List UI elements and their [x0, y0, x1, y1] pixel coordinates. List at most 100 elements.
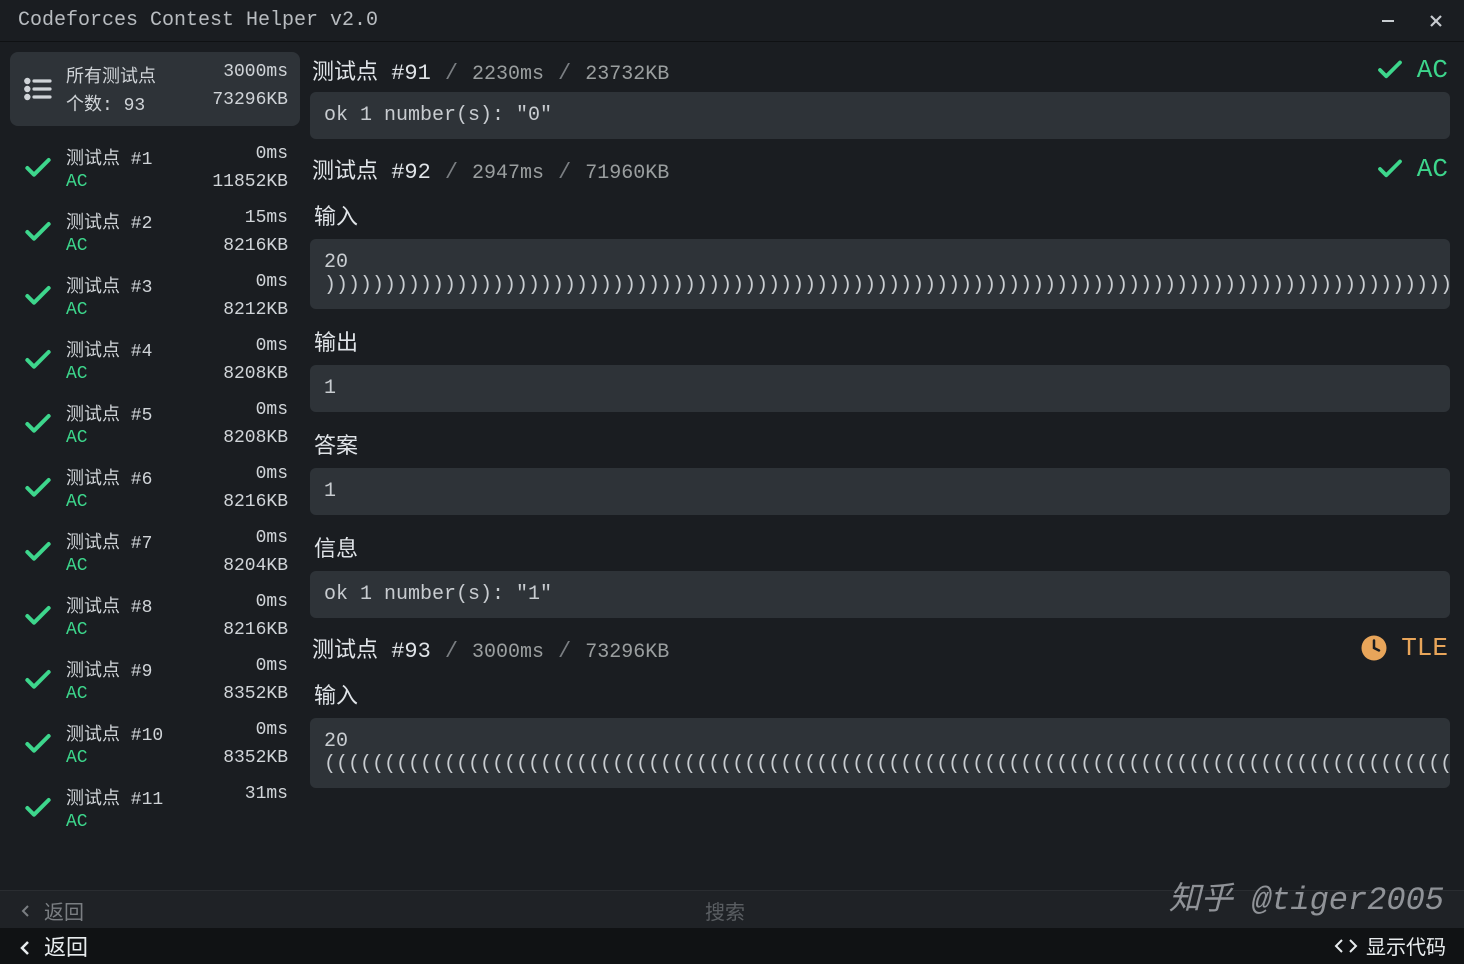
test-status: AC	[66, 620, 88, 640]
list-icon	[22, 73, 54, 105]
input-label: 输入	[310, 191, 1450, 239]
test-size: 73296KB	[585, 641, 669, 664]
output-label: 输出	[310, 317, 1450, 365]
minimize-button[interactable]	[1378, 11, 1398, 31]
check-icon	[22, 536, 54, 568]
check-icon	[1375, 55, 1405, 85]
clock-icon	[1359, 633, 1389, 663]
test-time: 0ms	[256, 336, 288, 362]
sidebar-test-item[interactable]: 测试点 #5 0ms AC 8208KB	[10, 392, 300, 456]
test-time: 31ms	[245, 784, 288, 810]
input-box[interactable]: 20 (((((((((((((((((((((((((((((((((((((…	[310, 718, 1450, 788]
test-name: 测试点 #10	[66, 720, 163, 746]
chevron-left-icon	[18, 938, 34, 954]
info-box: ok 1 number(s): "1"	[310, 571, 1450, 618]
check-icon	[22, 152, 54, 184]
test-status: AC	[66, 428, 88, 448]
test-name: 测试点 #3	[66, 272, 152, 298]
search-label[interactable]: 搜索	[124, 896, 1326, 926]
sidebar-test-item[interactable]: 测试点 #1 0ms AC 11852KB	[10, 136, 300, 200]
sidebar-test-item[interactable]: 测试点 #8 0ms AC 8216KB	[10, 584, 300, 648]
check-icon	[22, 344, 54, 376]
test-status: AC	[66, 172, 88, 192]
test-title: 测试点 #92	[312, 153, 431, 185]
test-block-92: 测试点 #92 / 2947ms / 71960KB AC 输入 20 ))))…	[310, 151, 1450, 618]
input-label: 输入	[310, 670, 1450, 718]
answer-box: 1	[310, 468, 1450, 515]
test-time: 0ms	[256, 272, 288, 298]
sidebar-test-item[interactable]: 测试点 #7 0ms AC 8204KB	[10, 520, 300, 584]
back-secondary[interactable]: 返回	[18, 896, 84, 926]
test-time: 0ms	[256, 144, 288, 170]
test-title: 测试点 #91	[312, 54, 431, 86]
check-icon	[22, 280, 54, 312]
test-status: AC	[66, 492, 88, 512]
test-time: 0ms	[256, 400, 288, 426]
test-name: 测试点 #8	[66, 592, 152, 618]
test-header[interactable]: 测试点 #91 / 2230ms / 23732KB AC	[310, 52, 1450, 88]
test-name: 测试点 #2	[66, 208, 152, 234]
status-label: AC	[1417, 55, 1448, 85]
show-code-button[interactable]: 显示代码	[1334, 931, 1446, 961]
test-size: 8208KB	[223, 364, 288, 384]
test-status: AC	[66, 556, 88, 576]
test-time: 0ms	[256, 720, 288, 746]
test-name: 测试点 #9	[66, 656, 152, 682]
status-label: TLE	[1401, 633, 1448, 663]
sidebar-test-item[interactable]: 测试点 #4 0ms AC 8208KB	[10, 328, 300, 392]
test-status: AC	[66, 812, 88, 832]
back-button[interactable]: 返回	[18, 930, 88, 962]
code-icon	[1334, 934, 1358, 958]
sidebar-test-item[interactable]: 测试点 #2 15ms AC 8216KB	[10, 200, 300, 264]
sidebar-test-item[interactable]: 测试点 #9 0ms AC 8352KB	[10, 648, 300, 712]
test-status: AC	[66, 364, 88, 384]
test-title: 测试点 #93	[312, 632, 431, 664]
summary-all-label: 所有测试点	[66, 62, 156, 88]
check-icon	[22, 728, 54, 760]
test-time: 15ms	[245, 208, 288, 234]
test-size: 8208KB	[223, 428, 288, 448]
test-status: AC	[66, 684, 88, 704]
check-icon	[22, 472, 54, 504]
sidebar-test-item[interactable]: 测试点 #11 31ms AC	[10, 776, 300, 840]
test-name: 测试点 #7	[66, 528, 152, 554]
test-size: 8352KB	[223, 748, 288, 768]
test-time: 0ms	[256, 528, 288, 554]
test-size: 8212KB	[223, 300, 288, 320]
test-size: 23732KB	[585, 63, 669, 86]
sidebar-test-item[interactable]: 测试点 #3 0ms AC 8212KB	[10, 264, 300, 328]
test-size: 8352KB	[223, 684, 288, 704]
test-name: 测试点 #6	[66, 464, 152, 490]
test-name: 测试点 #1	[66, 144, 152, 170]
sidebar-test-item[interactable]: 测试点 #10 0ms AC 8352KB	[10, 712, 300, 776]
test-block-91: 测试点 #91 / 2230ms / 23732KB AC ok 1 numbe…	[310, 52, 1450, 139]
test-name: 测试点 #11	[66, 784, 163, 810]
test-name: 测试点 #4	[66, 336, 152, 362]
check-icon	[22, 792, 54, 824]
check-icon	[22, 664, 54, 696]
test-time: 0ms	[256, 464, 288, 490]
status-label: AC	[1417, 154, 1448, 184]
test-time: 2230ms	[472, 63, 544, 86]
summary-size: 73296KB	[212, 90, 288, 116]
test-status: AC	[66, 236, 88, 256]
summary-time: 3000ms	[223, 62, 288, 88]
check-icon	[1375, 154, 1405, 184]
info-label: 信息	[310, 523, 1450, 571]
check-icon	[22, 600, 54, 632]
summary-row[interactable]: 所有测试点 3000ms 个数: 93 73296KB	[10, 52, 300, 126]
sidebar-test-item[interactable]: 测试点 #6 0ms AC 8216KB	[10, 456, 300, 520]
test-header[interactable]: 测试点 #92 / 2947ms / 71960KB AC	[310, 151, 1450, 187]
test-header[interactable]: 测试点 #93 / 3000ms / 73296KB TLE	[310, 630, 1450, 666]
test-size: 8216KB	[223, 620, 288, 640]
test-time: 0ms	[256, 592, 288, 618]
test-time: 3000ms	[472, 641, 544, 664]
input-box[interactable]: 20 )))))))))))))))))))))))))))))))))))))…	[310, 239, 1450, 309]
test-block-93: 测试点 #93 / 3000ms / 73296KB TLE 输入 20 (((…	[310, 630, 1450, 788]
answer-label: 答案	[310, 420, 1450, 468]
output-box: 1	[310, 365, 1450, 412]
check-icon	[22, 216, 54, 248]
info-box: ok 1 number(s): "0"	[310, 92, 1450, 139]
close-button[interactable]	[1426, 11, 1446, 31]
test-status: AC	[66, 748, 88, 768]
